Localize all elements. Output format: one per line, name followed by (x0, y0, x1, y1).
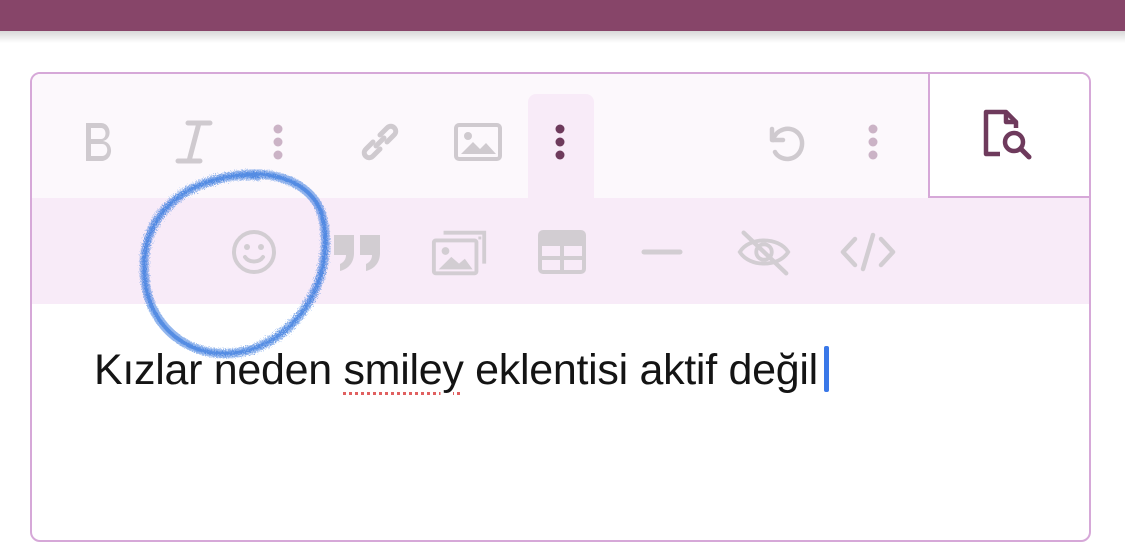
quote-button[interactable] (328, 222, 388, 282)
content-text-after: eklentisi aktif değil (463, 346, 818, 394)
preview-toggle-area (928, 74, 1089, 198)
media-gallery-icon (431, 230, 487, 276)
table-icon (538, 230, 586, 274)
bold-button[interactable] (70, 112, 130, 172)
image-icon (454, 123, 502, 161)
smilie-button[interactable] (224, 222, 284, 282)
media-button[interactable] (430, 222, 490, 282)
more-vertical-icon (868, 124, 878, 160)
editor-content[interactable]: Kızlar neden smiley eklentisi aktif deği… (94, 346, 829, 395)
code-button[interactable] (838, 222, 898, 282)
more-vertical-icon (273, 124, 283, 160)
insert-more-button[interactable] (530, 112, 590, 172)
smiley-icon (232, 230, 276, 274)
document-search-icon (983, 109, 1032, 160)
code-icon (840, 232, 896, 272)
undo-icon (769, 126, 805, 162)
rich-text-editor: Kızlar neden smiley eklentisi aktif deği… (30, 72, 1091, 542)
options-more-button[interactable] (843, 112, 903, 172)
italic-button[interactable] (164, 112, 224, 172)
italic-icon (175, 120, 213, 164)
image-button[interactable] (448, 112, 508, 172)
more-vertical-icon (555, 124, 565, 160)
preview-button[interactable] (978, 104, 1038, 164)
top-navigation-bar (0, 0, 1125, 31)
link-icon (361, 123, 399, 161)
minus-icon (641, 249, 683, 255)
content-text-before: Kızlar neden (94, 346, 344, 394)
text-caret (823, 346, 829, 392)
misspelled-word: smiley (343, 346, 464, 394)
table-button[interactable] (532, 222, 592, 282)
eye-slash-icon (737, 230, 791, 276)
bold-icon (86, 123, 112, 161)
quote-icon (334, 235, 380, 271)
text-more-button[interactable] (248, 112, 308, 172)
spoiler-button[interactable] (734, 222, 794, 282)
undo-button[interactable] (756, 112, 816, 172)
top-bar-shadow (0, 31, 1125, 43)
link-button[interactable] (350, 112, 410, 172)
horizontal-line-button[interactable] (632, 222, 692, 282)
